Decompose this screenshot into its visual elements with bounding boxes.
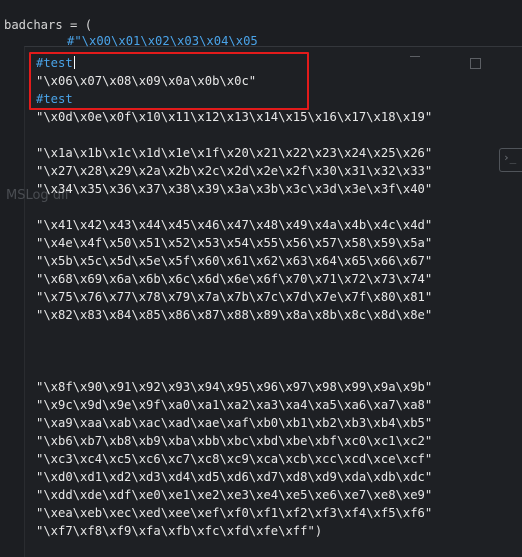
code-line-string: "\x1a\x1b\x1c\x1d\x1e\x1f\x20\x21\x22\x2… xyxy=(36,146,433,160)
minimize-icon xyxy=(410,56,420,57)
code-line-string: "\x8f\x90\x91\x92\x93\x94\x95\x96\x97\x9… xyxy=(36,380,433,394)
code-line-string: "\x27\x28\x29\x2a\x2b\x2c\x2d\x2e\x2f\x3… xyxy=(36,164,433,178)
highlight-box xyxy=(29,52,309,110)
code-line-string: "\x75\x76\x77\x78\x79\x7a\x7b\x7c\x7d\x7… xyxy=(36,290,433,304)
code-line-string: "\x41\x42\x43\x44\x45\x46\x47\x48\x49\x4… xyxy=(36,218,433,232)
code-line-string: "\xb6\xb7\xb8\xb9\xba\xbb\xbc\xbd\xbe\xb… xyxy=(36,434,433,448)
code-line-string: "\xdd\xde\xdf\xe0\xe1\xe2\xe3\xe4\xe5\xe… xyxy=(36,488,433,502)
code-line-string: "\x4e\x4f\x50\x51\x52\x53\x54\x55\x56\x5… xyxy=(36,236,433,250)
code-line-string: "\x0d\x0e\x0f\x10\x11\x12\x13\x14\x15\x1… xyxy=(36,110,433,124)
code-line-string: "\x9c\x9d\x9e\x9f\xa0\xa1\xa2\xa3\xa4\xa… xyxy=(36,398,433,412)
code-line-comment-chars: #"\x00\x01\x02\x03\x04\x05 xyxy=(67,34,258,48)
code-editor[interactable]: MSLog dif badchars = ( #"\x00\x01\x02\x0… xyxy=(0,0,522,557)
terminal-icon xyxy=(499,148,522,172)
code-line-string: "\xd0\xd1\xd2\xd3\xd4\xd5\xd6\xd7\xd8\xd… xyxy=(36,470,433,484)
code-line-string: "\xa9\xaa\xab\xac\xad\xae\xaf\xb0\xb1\xb… xyxy=(36,416,433,430)
maximize-icon xyxy=(470,58,481,69)
code-line-string: "\x34\x35\x36\x37\x38\x39\x3a\x3b\x3c\x3… xyxy=(36,182,433,196)
code-line-string: "\xc3\xc4\xc5\xc6\xc7\xc8\xc9\xca\xcb\xc… xyxy=(36,452,433,466)
code-line-string: "\x68\x69\x6a\x6b\x6c\x6d\x6e\x6f\x70\x7… xyxy=(36,272,433,286)
code-line-string: "\xea\xeb\xec\xed\xee\xef\xf0\xf1\xf2\xf… xyxy=(36,506,433,520)
code-line-header: badchars = ( xyxy=(4,18,93,32)
code-line-string: "\x82\x83\x84\x85\x86\x87\x88\x89\x8a\x8… xyxy=(36,308,433,322)
code-line-string: "\x5b\x5c\x5d\x5e\x5f\x60\x61\x62\x63\x6… xyxy=(36,254,433,268)
code-line-string: "\xf7\xf8\xf9\xfa\xfb\xfc\xfd\xfe\xff") xyxy=(36,524,323,538)
